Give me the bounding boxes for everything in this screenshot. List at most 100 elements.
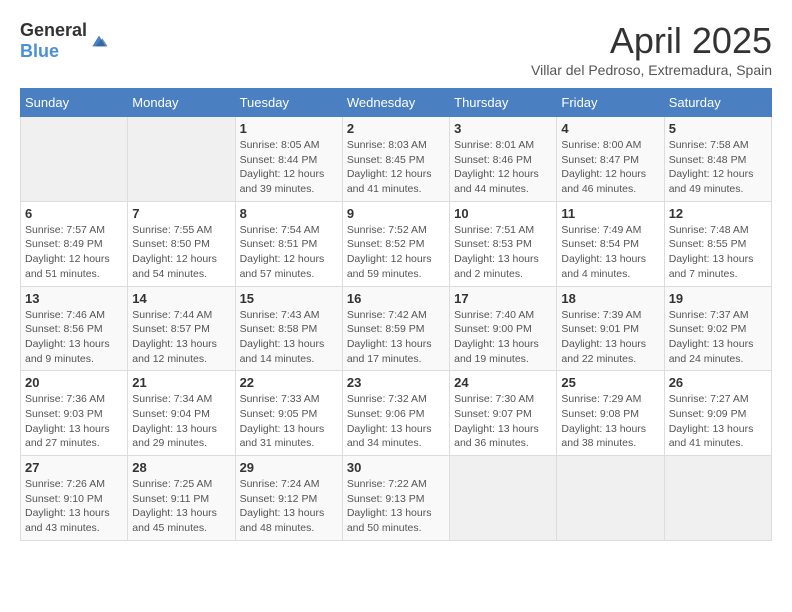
calendar-table: SundayMondayTuesdayWednesdayThursdayFrid… — [20, 88, 772, 541]
day-number: 7 — [132, 206, 230, 221]
calendar-cell: 15Sunrise: 7:43 AMSunset: 8:58 PMDayligh… — [235, 286, 342, 371]
calendar-cell: 28 Sunrise: 7:25 AMSunset: 9:11 PMDayligh… — [128, 456, 235, 541]
calendar-cell: 27 Sunrise: 7:26 AMSunset: 9:10 PMDayligh… — [21, 456, 128, 541]
day-info: Sunrise: 7:48 AMSunset: 8:55 PMDaylight:… — [669, 223, 767, 282]
calendar-cell: 22 Sunrise: 7:33 AMSunset: 9:05 PMDayligh… — [235, 371, 342, 456]
calendar-cell: 9Sunrise: 7:52 AMSunset: 8:52 PMDaylight… — [342, 201, 449, 286]
month-title: April 2025 — [531, 20, 772, 62]
calendar-cell: 6Sunrise: 7:57 AMSunset: 8:49 PMDaylight… — [21, 201, 128, 286]
calendar-cell: 14 Sunrise: 7:44 AMSunset: 8:57 PMDayligh… — [128, 286, 235, 371]
calendar-cell — [450, 456, 557, 541]
calendar-week-row: 6Sunrise: 7:57 AMSunset: 8:49 PMDaylight… — [21, 201, 772, 286]
calendar-cell: 13 Sunrise: 7:46 AMSunset: 8:56 PMDayligh… — [21, 286, 128, 371]
weekday-header-tuesday: Tuesday — [235, 89, 342, 117]
day-number: 6 — [25, 206, 123, 221]
day-info: Sunrise: 7:30 AMSunset: 9:07 PMDaylight:… — [454, 392, 552, 451]
day-info: Sunrise: 7:24 AMSunset: 9:12 PMDaylight:… — [240, 477, 338, 536]
day-info: Sunrise: 8:05 AMSunset: 8:44 PMDaylight:… — [240, 138, 338, 197]
day-number: 20 — [25, 375, 123, 390]
calendar-cell: 23 Sunrise: 7:32 AMSunset: 9:06 PMDayligh… — [342, 371, 449, 456]
day-info: Sunrise: 8:01 AMSunset: 8:46 PMDaylight:… — [454, 138, 552, 197]
calendar-cell: 5 Sunrise: 7:58 AMSunset: 8:48 PMDaylight… — [664, 117, 771, 202]
weekday-header-saturday: Saturday — [664, 89, 771, 117]
day-info: Sunrise: 7:26 AMSunset: 9:10 PMDaylight:… — [25, 477, 123, 536]
calendar-cell: 10Sunrise: 7:51 AMSunset: 8:53 PMDayligh… — [450, 201, 557, 286]
calendar-cell: 17Sunrise: 7:40 AMSunset: 9:00 PMDayligh… — [450, 286, 557, 371]
day-info: Sunrise: 7:58 AMSunset: 8:48 PMDaylight:… — [669, 138, 767, 197]
calendar-cell: 30 Sunrise: 7:22 AMSunset: 9:13 PMDayligh… — [342, 456, 449, 541]
weekday-header-monday: Monday — [128, 89, 235, 117]
day-info: Sunrise: 7:51 AMSunset: 8:53 PMDaylight:… — [454, 223, 552, 282]
day-info: Sunrise: 7:52 AMSunset: 8:52 PMDaylight:… — [347, 223, 445, 282]
day-number: 5 — [669, 121, 767, 136]
weekday-header-thursday: Thursday — [450, 89, 557, 117]
day-info: Sunrise: 7:42 AMSunset: 8:59 PMDaylight:… — [347, 308, 445, 367]
calendar-cell: 20 Sunrise: 7:36 AMSunset: 9:03 PMDayligh… — [21, 371, 128, 456]
calendar-cell: 8 Sunrise: 7:54 AMSunset: 8:51 PMDaylight… — [235, 201, 342, 286]
day-number: 28 — [132, 460, 230, 475]
calendar-cell — [664, 456, 771, 541]
day-number: 12 — [669, 206, 767, 221]
calendar-cell: 4 Sunrise: 8:00 AMSunset: 8:47 PMDaylight… — [557, 117, 664, 202]
logo-text: General Blue — [20, 20, 87, 62]
weekday-header-friday: Friday — [557, 89, 664, 117]
calendar-week-row: 1 Sunrise: 8:05 AMSunset: 8:44 PMDaylight… — [21, 117, 772, 202]
day-number: 24 — [454, 375, 552, 390]
day-number: 8 — [240, 206, 338, 221]
day-info: Sunrise: 7:36 AMSunset: 9:03 PMDaylight:… — [25, 392, 123, 451]
day-number: 1 — [240, 121, 338, 136]
logo-general: General — [20, 20, 87, 40]
day-info: Sunrise: 7:55 AMSunset: 8:50 PMDaylight:… — [132, 223, 230, 282]
day-info: Sunrise: 7:29 AMSunset: 9:08 PMDaylight:… — [561, 392, 659, 451]
day-info: Sunrise: 7:32 AMSunset: 9:06 PMDaylight:… — [347, 392, 445, 451]
day-number: 23 — [347, 375, 445, 390]
day-number: 21 — [132, 375, 230, 390]
day-info: Sunrise: 7:40 AMSunset: 9:00 PMDaylight:… — [454, 308, 552, 367]
day-number: 4 — [561, 121, 659, 136]
day-number: 15 — [240, 291, 338, 306]
day-number: 13 — [25, 291, 123, 306]
calendar-cell: 12 Sunrise: 7:48 AMSunset: 8:55 PMDayligh… — [664, 201, 771, 286]
calendar-cell: 11 Sunrise: 7:49 AMSunset: 8:54 PMDayligh… — [557, 201, 664, 286]
calendar-cell: 24 Sunrise: 7:30 AMSunset: 9:07 PMDayligh… — [450, 371, 557, 456]
calendar-cell — [21, 117, 128, 202]
calendar-cell: 3 Sunrise: 8:01 AMSunset: 8:46 PMDaylight… — [450, 117, 557, 202]
day-number: 22 — [240, 375, 338, 390]
logo-icon — [89, 31, 109, 51]
logo-blue: Blue — [20, 41, 59, 61]
day-info: Sunrise: 7:22 AMSunset: 9:13 PMDaylight:… — [347, 477, 445, 536]
day-info: Sunrise: 7:25 AMSunset: 9:11 PMDaylight:… — [132, 477, 230, 536]
day-info: Sunrise: 7:49 AMSunset: 8:54 PMDaylight:… — [561, 223, 659, 282]
day-number: 27 — [25, 460, 123, 475]
calendar-week-row: 13 Sunrise: 7:46 AMSunset: 8:56 PMDayligh… — [21, 286, 772, 371]
day-info: Sunrise: 7:39 AMSunset: 9:01 PMDaylight:… — [561, 308, 659, 367]
day-number: 3 — [454, 121, 552, 136]
day-number: 25 — [561, 375, 659, 390]
logo: General Blue — [20, 20, 109, 62]
calendar-cell: 26 Sunrise: 7:27 AMSunset: 9:09 PMDayligh… — [664, 371, 771, 456]
day-number: 30 — [347, 460, 445, 475]
calendar-cell: 19Sunrise: 7:37 AMSunset: 9:02 PMDayligh… — [664, 286, 771, 371]
location-subtitle: Villar del Pedroso, Extremadura, Spain — [531, 62, 772, 78]
day-number: 14 — [132, 291, 230, 306]
day-number: 18 — [561, 291, 659, 306]
calendar-cell — [557, 456, 664, 541]
day-number: 26 — [669, 375, 767, 390]
day-info: Sunrise: 7:33 AMSunset: 9:05 PMDaylight:… — [240, 392, 338, 451]
calendar-cell: 25 Sunrise: 7:29 AMSunset: 9:08 PMDayligh… — [557, 371, 664, 456]
day-number: 2 — [347, 121, 445, 136]
day-info: Sunrise: 7:46 AMSunset: 8:56 PMDaylight:… — [25, 308, 123, 367]
weekday-header-row: SundayMondayTuesdayWednesdayThursdayFrid… — [21, 89, 772, 117]
calendar-week-row: 27 Sunrise: 7:26 AMSunset: 9:10 PMDayligh… — [21, 456, 772, 541]
day-number: 16 — [347, 291, 445, 306]
calendar-cell: 18 Sunrise: 7:39 AMSunset: 9:01 PMDayligh… — [557, 286, 664, 371]
day-info: Sunrise: 7:54 AMSunset: 8:51 PMDaylight:… — [240, 223, 338, 282]
day-info: Sunrise: 7:27 AMSunset: 9:09 PMDaylight:… — [669, 392, 767, 451]
day-number: 29 — [240, 460, 338, 475]
day-number: 11 — [561, 206, 659, 221]
day-info: Sunrise: 7:34 AMSunset: 9:04 PMDaylight:… — [132, 392, 230, 451]
day-info: Sunrise: 8:00 AMSunset: 8:47 PMDaylight:… — [561, 138, 659, 197]
title-block: April 2025 Villar del Pedroso, Extremadu… — [531, 20, 772, 78]
day-info: Sunrise: 7:44 AMSunset: 8:57 PMDaylight:… — [132, 308, 230, 367]
calendar-cell: 29 Sunrise: 7:24 AMSunset: 9:12 PMDayligh… — [235, 456, 342, 541]
